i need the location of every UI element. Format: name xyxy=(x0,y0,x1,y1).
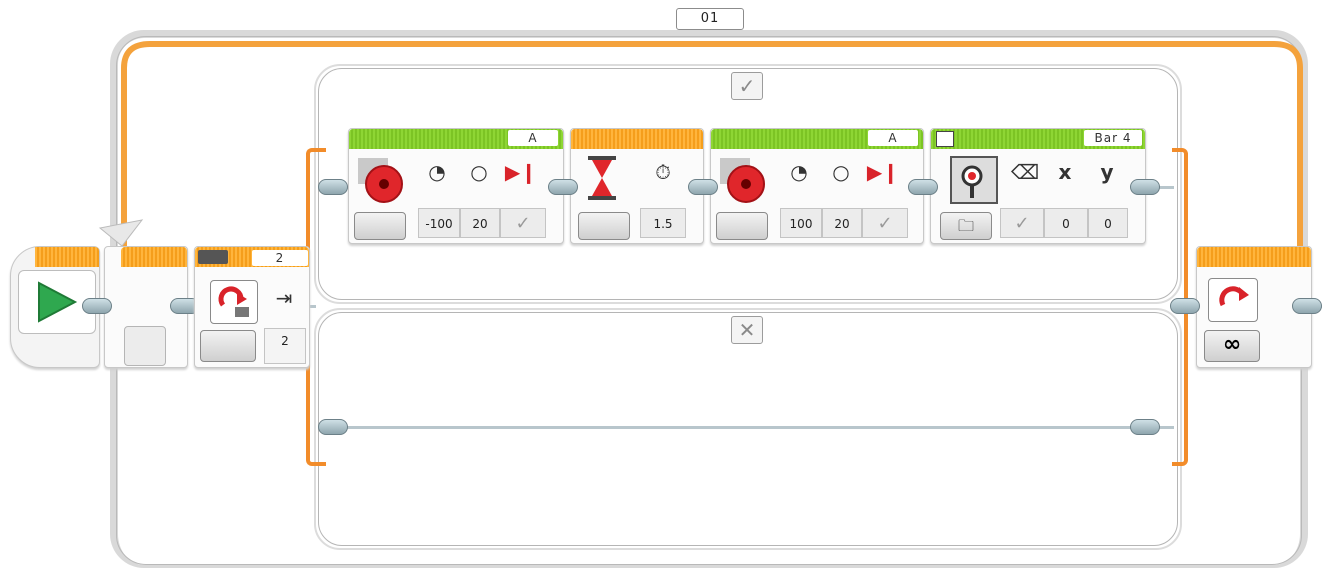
switch-mode-button[interactable] xyxy=(200,330,256,362)
motor1-brake-field[interactable]: ✓ xyxy=(500,208,546,238)
brake-icon-2: ▶❙ xyxy=(866,160,900,184)
rotations-icon-2: ○ xyxy=(832,160,850,184)
eraser-icon: ⌫ xyxy=(1010,160,1040,184)
brake-icon: ▶❙ xyxy=(504,160,538,184)
power-icon: ◔ xyxy=(428,160,446,184)
motor2-value-field[interactable]: 20 xyxy=(822,208,862,238)
display-mode-icon xyxy=(936,131,954,147)
plug-loop-end-out xyxy=(1292,298,1322,314)
display-clear-field[interactable]: ✓ xyxy=(1000,208,1044,238)
motor2-port-label[interactable]: A xyxy=(868,130,918,146)
switch-value-field[interactable]: 2 xyxy=(264,328,306,364)
display-icon xyxy=(950,156,998,204)
plug-display-out xyxy=(1130,179,1160,195)
display-x-label: x xyxy=(1058,160,1072,184)
display-x-field[interactable]: 0 xyxy=(1044,208,1088,238)
display-label[interactable]: Bar 4 xyxy=(1084,130,1142,146)
motor1-mode-button[interactable] xyxy=(354,212,406,240)
loop-interrupt-icon xyxy=(124,326,166,366)
plug-motor2-in xyxy=(688,179,718,195)
plug-display-in xyxy=(908,179,938,195)
plug-false-in xyxy=(318,419,348,435)
motor2-power-field[interactable]: 100 xyxy=(780,208,822,238)
timer-icon xyxy=(582,152,622,204)
motor-icon xyxy=(354,154,408,206)
infinity-icon[interactable]: ∞ xyxy=(1204,330,1260,362)
loop-name-label[interactable]: 01 xyxy=(676,8,744,30)
power-icon-2: ◔ xyxy=(790,160,808,184)
switch-case-false-inner xyxy=(318,312,1178,546)
motor-icon-2 xyxy=(716,154,770,206)
display-file-button[interactable]: 🗀 xyxy=(940,212,992,240)
switch-loop-icon[interactable] xyxy=(210,280,258,324)
rotations-icon: ○ xyxy=(470,160,488,184)
motor2-mode-button[interactable] xyxy=(716,212,768,240)
motor1-port-label[interactable]: A xyxy=(508,130,558,146)
loop-icon[interactable] xyxy=(1208,278,1258,322)
sequence-wire-bottom xyxy=(324,426,1174,429)
switch-mode-icon xyxy=(198,250,228,264)
plug-false-out xyxy=(1130,419,1160,435)
plug-wait-in xyxy=(548,179,578,195)
plug-loop-end-in xyxy=(1170,298,1200,314)
stopwatch-icon: ⏱ xyxy=(655,160,671,184)
folder-icon: 🗀 xyxy=(957,216,974,235)
motor2-brake-field[interactable]: ✓ xyxy=(862,208,908,238)
switch-count-label[interactable]: 2 xyxy=(252,250,308,266)
display-y-field[interactable]: 0 xyxy=(1088,208,1128,238)
plug-motor1-in xyxy=(318,179,348,195)
switch-compare-icon: ⇥ xyxy=(275,286,293,310)
display-y-label: y xyxy=(1100,160,1114,184)
plug-start xyxy=(82,298,112,314)
case-false-tag[interactable]: ✕ xyxy=(731,316,763,344)
case-true-tag[interactable]: ✓ xyxy=(731,72,763,100)
motor1-value-field[interactable]: 20 xyxy=(460,208,500,238)
wait-seconds-field[interactable]: 1.5 xyxy=(640,208,686,238)
wait-mode-button[interactable] xyxy=(578,212,630,240)
motor1-power-field[interactable]: -100 xyxy=(418,208,460,238)
